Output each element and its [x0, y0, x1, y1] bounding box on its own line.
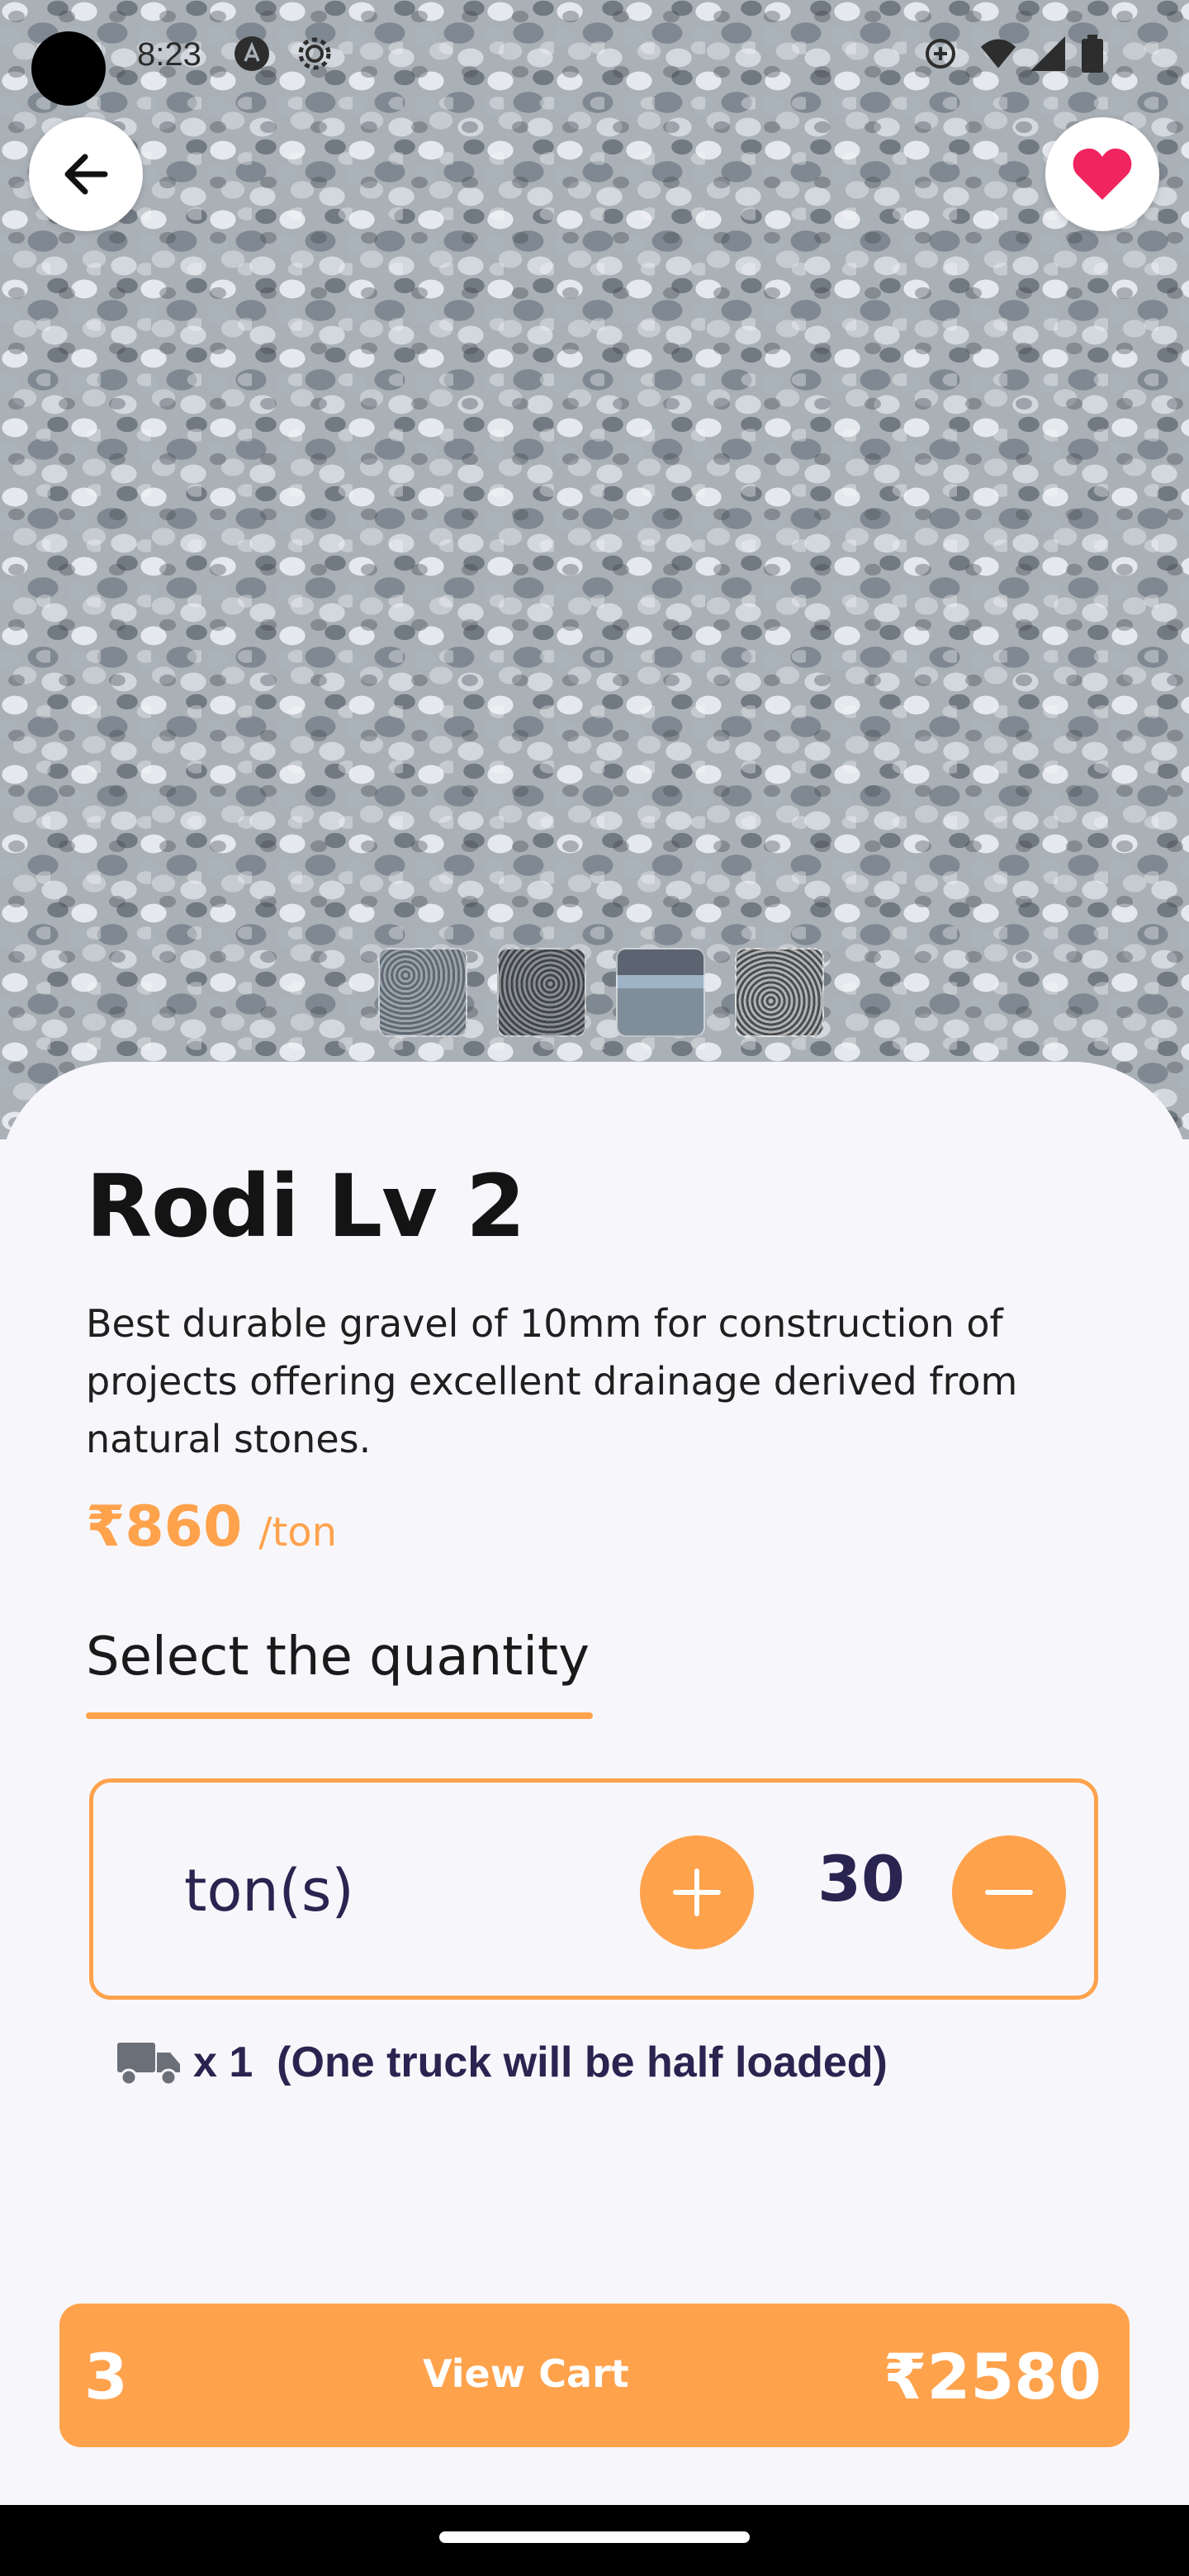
system-nav-bar [0, 2505, 1189, 2576]
plus-icon [673, 1868, 721, 1916]
battery-icon [1073, 35, 1111, 73]
quantity-unit-label: ton(s) [184, 1857, 354, 1925]
wifi-icon [979, 35, 1017, 73]
thumbnail-2[interactable] [497, 948, 586, 1037]
signal-icon [1029, 35, 1067, 73]
decrease-quantity-button[interactable] [952, 1835, 1066, 1949]
thumbnail-4[interactable] [735, 948, 824, 1037]
image-thumbnails [378, 948, 824, 1037]
cart-total: ₹2580 [883, 2340, 1101, 2413]
truck-info: x 1 (One truck will be half loaded) [116, 2038, 888, 2087]
data-saver-icon [921, 35, 959, 73]
settings-gear-icon [296, 35, 334, 73]
price-value: ₹860 [86, 1494, 243, 1560]
quantity-heading-underline [86, 1712, 593, 1719]
back-button[interactable] [29, 117, 143, 231]
cart-item-count: 3 [84, 2340, 128, 2413]
thumbnail-3[interactable] [616, 948, 705, 1037]
home-indicator[interactable] [439, 2531, 750, 2543]
price-row: ₹860 /ton [86, 1494, 337, 1560]
increase-quantity-button[interactable] [640, 1835, 754, 1949]
product-description: Best durable gravel of 10mm for construc… [86, 1301, 1018, 1461]
quantity-selector: ton(s) 30 [89, 1778, 1098, 2000]
product-title: Rodi Lv 2 [86, 1156, 525, 1257]
truck-load-text: x 1 (One truck will be half loaded) [193, 2039, 888, 2086]
price-unit: /ton [258, 1509, 338, 1556]
favorite-button[interactable] [1045, 117, 1159, 231]
thumbnail-1[interactable] [378, 948, 467, 1037]
quantity-heading: Select the quantity [86, 1627, 590, 1688]
view-cart-button[interactable]: 3 View Cart ₹2580 [59, 2304, 1130, 2447]
view-cart-label: View Cart [423, 2351, 629, 2396]
minus-icon [985, 1890, 1033, 1895]
camera-cutout [31, 31, 106, 106]
status-time: 8:23 [137, 36, 201, 73]
quantity-value: 30 [817, 1842, 905, 1915]
truck-icon [117, 2043, 180, 2086]
arrow-left-icon [64, 154, 108, 195]
heart-icon [1073, 148, 1132, 200]
notification-a-icon [233, 35, 271, 73]
status-bar: 8:23 [0, 0, 1189, 116]
